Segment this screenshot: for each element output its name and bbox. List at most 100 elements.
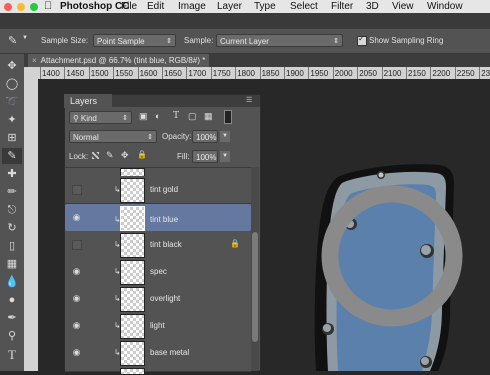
layer-row-tint-blue[interactable]: ◉ ↳ tint blue xyxy=(65,204,251,231)
blur-tool-icon[interactable]: 💧 xyxy=(2,274,22,290)
dodge-tool-icon[interactable]: ● xyxy=(2,292,22,308)
ruler-tick-line xyxy=(40,67,41,79)
layer-row-light[interactable]: ◉ ↳ light xyxy=(65,312,251,340)
sample-select[interactable]: Current Layer ⇕ xyxy=(216,34,343,47)
ruler-tick-label: 1900 xyxy=(286,69,304,78)
brush-tool-icon[interactable]: ✏ xyxy=(2,184,22,200)
ruler-tick-line xyxy=(137,67,139,79)
magic-wand-tool-icon[interactable]: ✦ xyxy=(2,112,22,128)
layer-row-tint-black[interactable]: ↳ tint black 🔒 xyxy=(65,231,251,259)
eraser-tool-icon[interactable]: ▯ xyxy=(2,238,22,254)
ruler-tick-label: 1700 xyxy=(188,69,207,78)
layer-name: light xyxy=(150,321,165,330)
ruler-tick-line xyxy=(430,67,432,79)
ruler-tick-line xyxy=(479,67,481,79)
eyedropper-tool-preset-icon[interactable]: ✎ xyxy=(8,34,17,47)
ruler-tick-line xyxy=(235,67,237,79)
opacity-label: Opacity: xyxy=(162,132,192,141)
layers-panel-tab[interactable]: Layers xyxy=(64,94,112,108)
eye-icon[interactable]: ◉ xyxy=(71,348,82,357)
layer-thumbnail xyxy=(120,314,145,339)
panel-menu-icon[interactable]: ☰ xyxy=(246,96,252,104)
filter-pixel-icon[interactable]: ▣ xyxy=(139,111,148,122)
filter-toggle-icon[interactable] xyxy=(224,110,232,124)
tools-panel: ✥ ◯ ➰ ✦ ⊞ ✎ ✚ ✏ ⎋ ↻ ▯ ▦ 💧 ● ✒ ⚲ T xyxy=(0,54,25,371)
filter-adjustment-icon[interactable]: ◐ xyxy=(155,111,160,121)
eye-icon[interactable]: ◉ xyxy=(71,321,82,330)
menu-file[interactable]: File xyxy=(121,0,137,13)
move-tool-icon[interactable]: ✥ xyxy=(2,58,22,74)
layers-scrollbar-thumb[interactable] xyxy=(252,232,258,342)
type-tool-icon[interactable]: T xyxy=(2,347,22,363)
eye-icon[interactable]: ◉ xyxy=(71,294,82,303)
eyedropper-tool-icon[interactable]: ✎ xyxy=(2,148,22,164)
layer-row-tint-gold[interactable]: ↳ tint gold xyxy=(65,176,251,204)
app-menu[interactable]: Photoshop CC xyxy=(60,0,129,13)
filter-type-icon[interactable]: T xyxy=(173,110,179,121)
close-window-button[interactable] xyxy=(4,3,12,11)
fill-input[interactable]: 100% xyxy=(192,150,218,163)
history-brush-tool-icon[interactable]: ↻ xyxy=(2,220,22,236)
apple-menu-icon[interactable]:  xyxy=(44,0,52,13)
layer-row-base-metal[interactable]: ◉ ↳ base metal xyxy=(65,339,251,367)
layer-thumbnail xyxy=(120,260,145,285)
chevron-down-icon[interactable]: ▼ xyxy=(220,151,230,162)
layer-thumbnail xyxy=(120,341,145,366)
lock-transparent-pixels-icon[interactable] xyxy=(92,152,99,159)
filter-shape-icon[interactable]: ▢ xyxy=(188,111,197,122)
minimize-window-button[interactable] xyxy=(17,3,25,11)
ruler-tick-label: 1750 xyxy=(212,69,231,78)
lock-position-icon[interactable]: ✥ xyxy=(121,150,129,161)
eye-icon[interactable]: ◉ xyxy=(71,267,82,276)
gradient-tool-icon[interactable]: ▦ xyxy=(2,256,22,272)
filter-kind-select[interactable]: ⚲ Kind ⇕ xyxy=(69,111,132,124)
menu-select[interactable]: Select xyxy=(290,0,318,13)
opacity-input[interactable]: 100% xyxy=(192,130,218,143)
menu-layer[interactable]: Layer xyxy=(217,0,242,13)
blend-mode-select[interactable]: Normal ⇕ xyxy=(69,130,157,143)
layer-row-overlight[interactable]: ◉ ↳ overlight xyxy=(65,285,251,313)
marquee-tool-icon[interactable]: ◯ xyxy=(2,76,22,92)
close-tab-icon[interactable]: × xyxy=(32,56,37,65)
layer-thumbnail xyxy=(120,233,145,258)
zoom-tool-icon[interactable]: ⚲ xyxy=(2,328,22,344)
eye-icon[interactable]: ◉ xyxy=(71,213,82,222)
ruler-tick-label: 2250 xyxy=(456,69,475,78)
menu-type[interactable]: Type xyxy=(254,0,276,13)
clone-stamp-tool-icon[interactable]: ⎋ xyxy=(2,202,22,218)
zoom-window-button[interactable] xyxy=(30,3,38,11)
layer-row-partial xyxy=(65,366,251,375)
layer-thumbnail xyxy=(120,206,145,231)
lock-all-icon[interactable]: 🔒 xyxy=(137,150,147,159)
chevron-down-icon[interactable]: ▼ xyxy=(22,35,28,41)
sample-size-value: Point Sample xyxy=(97,37,145,46)
menu-view[interactable]: View xyxy=(392,0,414,13)
chevron-down-icon[interactable]: ▼ xyxy=(220,131,230,142)
ruler-tick-line xyxy=(210,67,212,79)
crop-tool-icon[interactable]: ⊞ xyxy=(2,130,22,146)
filter-smart-object-icon[interactable]: ▦ xyxy=(204,111,213,122)
ruler-tick-label: 1800 xyxy=(237,69,255,78)
menu-3d[interactable]: 3D xyxy=(366,0,379,13)
show-sampling-ring-checkbox[interactable]: ✓ xyxy=(357,34,367,46)
stepper-arrows-icon: ⇕ xyxy=(333,38,339,45)
menu-filter[interactable]: Filter xyxy=(331,0,353,13)
stepper-arrows-icon: ⇕ xyxy=(147,134,153,141)
ruler-tick-label: 1850 xyxy=(261,69,280,78)
stepper-arrows-icon: ⇕ xyxy=(122,115,128,122)
rivet-highlight xyxy=(421,357,429,365)
sample-size-select[interactable]: Point Sample ⇕ xyxy=(93,34,176,47)
visibility-toggle-off[interactable] xyxy=(72,240,82,250)
lasso-tool-icon[interactable]: ➰ xyxy=(2,94,22,110)
layer-row-spec[interactable]: ◉ ↳ spec xyxy=(65,258,251,286)
ruler-tick-label: 2000 xyxy=(334,69,353,78)
lock-image-pixels-icon[interactable]: ✎ xyxy=(106,150,114,161)
document-tab[interactable]: × Attachment.psd @ 66.7% (tint blue, RGB/… xyxy=(28,54,210,67)
healing-brush-tool-icon[interactable]: ✚ xyxy=(2,166,22,182)
menu-edit[interactable]: Edit xyxy=(147,0,164,13)
ruler-tick-line xyxy=(308,67,310,79)
pen-tool-icon[interactable]: ✒ xyxy=(2,310,22,326)
menu-window[interactable]: Window xyxy=(427,0,463,13)
visibility-toggle-off[interactable] xyxy=(72,185,82,195)
menu-image[interactable]: Image xyxy=(178,0,206,13)
